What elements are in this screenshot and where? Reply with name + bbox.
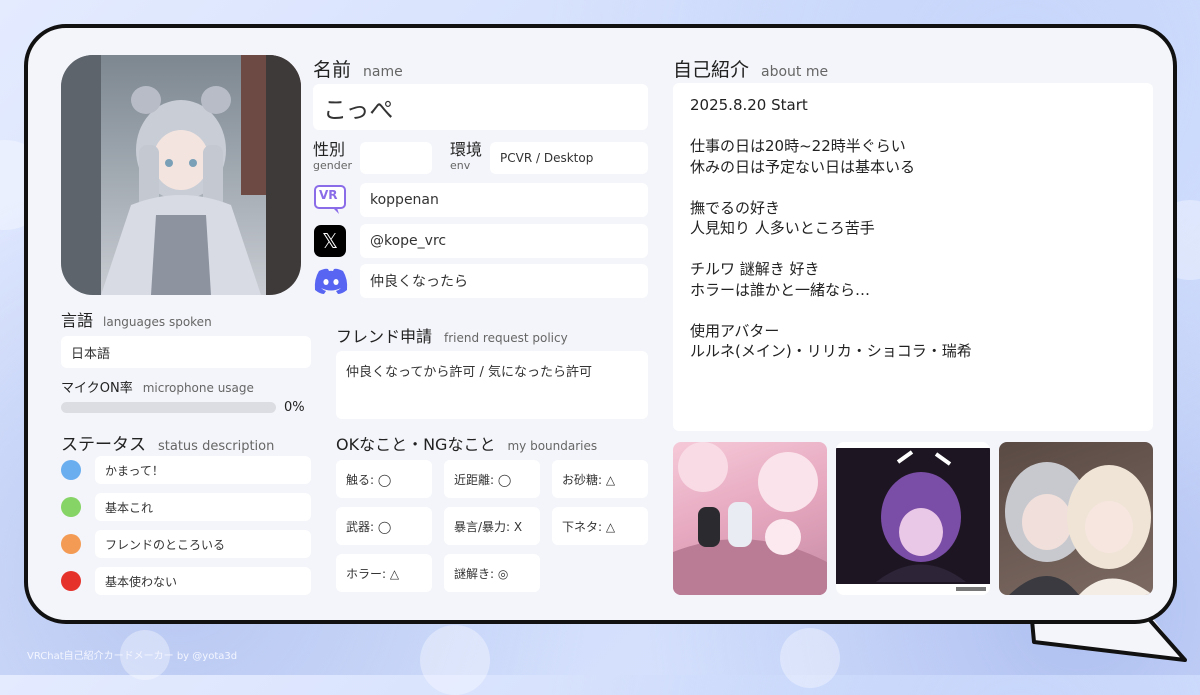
status-title: ステータス [61, 435, 146, 455]
discord-field: 仲良くなったら [360, 264, 648, 298]
boundary-text: 暴言/暴力: X [454, 519, 523, 534]
about-line: チルワ 謎解き 好き [690, 260, 820, 278]
gender-label: 性別 gender [313, 142, 352, 174]
languages-field: 日本語 [61, 336, 311, 368]
boundary-item: ホラー: △ [336, 554, 432, 592]
status-item: フレンドのところいる [95, 530, 311, 558]
gender-subtitle: gender [313, 159, 352, 172]
x-value: @kope_vrc [370, 233, 447, 249]
about-line [690, 300, 1136, 321]
status-dot [61, 460, 81, 480]
background-bubble [780, 628, 840, 688]
name-field: こっぺ [313, 84, 648, 130]
background-bubble [420, 625, 490, 695]
env-subtitle: env [450, 159, 471, 172]
boundary-text: 謎解き: ◎ [454, 566, 509, 581]
about-line: 2025.8.20 Start [690, 96, 808, 114]
boundaries-label: OKなこと・NGなこと my boundaries [336, 431, 597, 455]
gender-title: 性別 [313, 140, 346, 159]
boundary-text: 下ネタ: △ [562, 519, 616, 534]
name-value: こっぺ [323, 95, 394, 124]
boundary-item: 下ネタ: △ [552, 507, 648, 545]
status-text: フレンドのところいる [105, 537, 226, 552]
name-title: 名前 [313, 59, 352, 81]
discord-icon [313, 267, 349, 295]
status-dot [61, 497, 81, 517]
about-line [690, 116, 1136, 137]
boundary-text: お砂糖: △ [562, 472, 616, 487]
boundary-item: 暴言/暴力: X [444, 507, 540, 545]
status-dot [61, 534, 81, 554]
x-field: @kope_vrc [360, 224, 648, 258]
vrchat-icon-text: VR [319, 188, 338, 202]
about-lines: 2025.8.20 Start 仕事の日は20時~22時半ぐらい 休みの日は予定ない… [690, 95, 1136, 362]
footer-credit: VRChat自己紹介カードメーカー by @yota3d [27, 651, 238, 662]
boundaries-subtitle: my boundaries [507, 439, 598, 453]
status-item: 基本これ [95, 493, 311, 521]
languages-label: 言語 languages spoken [61, 307, 212, 331]
about-subtitle: about me [761, 64, 829, 80]
photo-3 [999, 442, 1153, 595]
status-text: 基本使わない [105, 574, 178, 589]
mic-percent: 0% [284, 400, 305, 415]
status-subtitle: status description [158, 439, 275, 454]
friend-subtitle: friend request policy [444, 331, 568, 345]
photo-1 [673, 442, 827, 595]
status-item: かまって！ [95, 456, 311, 484]
vrchat-field: koppenan [360, 183, 648, 217]
about-line: 人見知り 人多いところ苦手 [690, 219, 875, 237]
friend-title: フレンド申請 [336, 327, 433, 346]
about-line [690, 239, 1136, 260]
mic-progress-bar [61, 402, 276, 413]
about-field: 2025.8.20 Start 仕事の日は20時~22時半ぐらい 休みの日は予定ない… [673, 83, 1153, 431]
about-line: ルルネ(メイン)・リリカ・ショコラ・瑞希 [690, 342, 972, 360]
vrchat-value: koppenan [370, 192, 439, 208]
friend-label: フレンド申請 friend request policy [336, 323, 568, 347]
about-line [690, 177, 1136, 198]
env-field: PCVR / Desktop [490, 142, 648, 174]
boundary-text: 触る: ◯ [346, 472, 392, 487]
env-value: PCVR / Desktop [500, 151, 594, 165]
boundary-item: 謎解き: ◎ [444, 554, 540, 592]
about-label: 自己紹介 about me [673, 55, 828, 82]
boundary-item: 武器: ◯ [336, 507, 432, 545]
languages-title: 言語 [61, 311, 94, 330]
status-item: 基本使わない [95, 567, 311, 595]
about-line: 仕事の日は20時~22時半ぐらい [690, 137, 906, 155]
discord-value: 仲良くなったら [370, 274, 468, 290]
mic-subtitle: microphone usage [142, 381, 254, 395]
photo-2 [836, 442, 990, 595]
about-line: ホラーは誰かと一緒なら… [690, 280, 871, 299]
boundary-item: 近距離: ◯ [444, 460, 540, 498]
env-label: 環境 env [450, 142, 482, 174]
name-label: 名前 name [313, 55, 403, 82]
about-line: 休みの日は予定ない日は基本いる [690, 157, 916, 176]
status-label: ステータス status description [61, 430, 274, 455]
about-title: 自己紹介 [673, 59, 750, 81]
boundary-text: ホラー: △ [346, 566, 400, 581]
x-icon-text: 𝕏 [321, 229, 339, 253]
friend-value: 仲良くなってから許可 / 気になったら許可 [346, 365, 592, 380]
env-title: 環境 [450, 140, 483, 159]
languages-subtitle: languages spoken [103, 315, 212, 329]
boundary-item: 触る: ◯ [336, 460, 432, 498]
friend-field: 仲良くなってから許可 / 気になったら許可 [336, 351, 648, 419]
x-icon: 𝕏 [314, 225, 346, 257]
name-subtitle: name [363, 64, 403, 80]
about-line: 使用アバター [690, 321, 780, 340]
avatar-image [61, 55, 301, 295]
boundary-item: お砂糖: △ [552, 460, 648, 498]
vrchat-icon: VR [313, 184, 347, 216]
mic-title: マイクON率 [61, 381, 133, 396]
about-line: 撫でるの好き [690, 198, 781, 217]
boundary-text: 近距離: ◯ [454, 472, 512, 487]
status-text: 基本これ [105, 500, 154, 515]
mic-label: マイクON率 microphone usage [61, 377, 254, 396]
gender-field [360, 142, 432, 174]
status-text: かまって！ [105, 463, 164, 478]
languages-value: 日本語 [71, 346, 111, 362]
status-dot [61, 571, 81, 591]
boundary-text: 武器: ◯ [346, 519, 392, 534]
boundaries-title: OKなこと・NGなこと [336, 435, 496, 454]
